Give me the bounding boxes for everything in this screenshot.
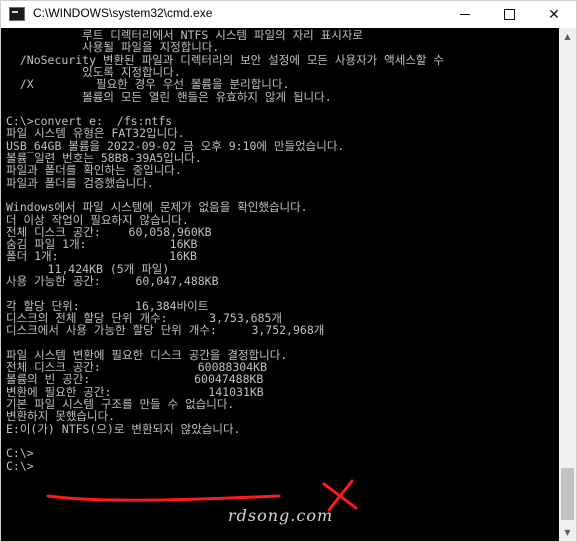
- console-line: 있도록 지정합니다.: [6, 64, 181, 79]
- console-line: 숨김 파일 1개: 16KB: [6, 237, 198, 252]
- maximize-icon: [503, 9, 515, 20]
- console-line: 각 할당 단위: 16,384바이트: [6, 298, 209, 313]
- console-line: 파일 시스템 유형은 FAT32입니다.: [6, 126, 185, 141]
- console-line: C:\>: [6, 446, 34, 461]
- console-line: 파일과 폴더를 검증했습니다.: [6, 175, 154, 190]
- watermark: rdsong.com: [228, 506, 334, 525]
- console-line: E:이(가) NTFS(으)로 변환되지 않았습니다.: [6, 421, 241, 436]
- console-line: 기본 파일 시스템 구조를 만들 수 없습니다.: [6, 397, 235, 411]
- console-line: 변환하지 못했습니다.: [6, 409, 116, 424]
- console-line: 볼륨 일련 번호는 58B8-39A5입니다.: [6, 151, 202, 165]
- console-line: 볼륨의 모든 열린 핸들은 유효하지 않게 됩니다.: [6, 89, 332, 104]
- console-line: 디스크의 전체 할당 단위 개수: 3,753,685개: [6, 310, 283, 325]
- console-line: Windows에서 파일 시스템에 문제가 없음을 확인했습니다.: [6, 200, 308, 215]
- console-line: 파일 시스템 변환에 필요한 디스크 공간을 결정합니다.: [6, 347, 288, 362]
- console-line: 루트 디렉터리에서 NTFS 시스템 파일의 자리 표시자로: [6, 28, 363, 42]
- minimize-icon: [460, 14, 470, 15]
- console-line: C:\>convert e: /fs:ntfs: [6, 114, 173, 129]
- minimize-button[interactable]: [443, 1, 487, 28]
- console-line: 11,424KB (5개 파일): [6, 261, 170, 276]
- scroll-down-arrow-icon[interactable]: ▼: [559, 524, 576, 541]
- console-line: 볼륨의 빈 공간: 60047488KB: [6, 372, 264, 387]
- console-line: /X 필요한 경우 우선 볼륨을 분리합니다.: [6, 77, 290, 92]
- console-line: 디스크에서 사용 가능한 할당 단위 개수: 3,752,968개: [6, 323, 325, 338]
- title-bar[interactable]: C:\WINDOWS\system32\cmd.exe ✕: [1, 1, 576, 28]
- console-line: 전체 디스크 공간: 60088304KB: [6, 360, 267, 375]
- console-line: 변환에 필요한 공간: 141031KB: [6, 384, 264, 399]
- console-line: 사용될 파일을 지정합니다.: [6, 40, 220, 55]
- cmd-app-icon: [9, 7, 25, 21]
- window-title: C:\WINDOWS\system32\cmd.exe: [33, 6, 213, 20]
- console-line: 더 이상 작업이 필요하지 않습니다.: [6, 212, 189, 227]
- vertical-scrollbar[interactable]: ▲ ▼: [559, 28, 576, 541]
- console-line: C:\>: [6, 458, 34, 473]
- console-line: 사용 가능한 공간: 60,047,488KB: [6, 274, 219, 288]
- console-line: 파일과 폴더를 확인하는 중입니다.: [6, 163, 182, 178]
- scroll-thumb[interactable]: [561, 468, 574, 520]
- console-line: 폴더 1개: 16KB: [6, 249, 197, 264]
- maximize-button[interactable]: [487, 1, 531, 28]
- console-output[interactable]: 루트 디렉터리에서 NTFS 시스템 파일의 자리 표시자로 사용될 파일을 지…: [1, 28, 559, 541]
- console-line: /NoSecurity 변환된 파일과 디렉터리의 보안 설정에 모든 사용자가…: [6, 52, 444, 67]
- console-line: USB_64GB 볼륨을 2022-09-02 금 오후 9:10에 만들었습니…: [6, 138, 345, 153]
- close-button[interactable]: ✕: [532, 1, 576, 28]
- console-line: 전체 디스크 공간: 60,058,960KB: [6, 224, 212, 239]
- close-icon: ✕: [548, 6, 560, 23]
- scroll-up-arrow-icon[interactable]: ▲: [559, 28, 576, 45]
- console-window: C:\WINDOWS\system32\cmd.exe ✕ 루트 디렉터리에서 …: [0, 0, 577, 542]
